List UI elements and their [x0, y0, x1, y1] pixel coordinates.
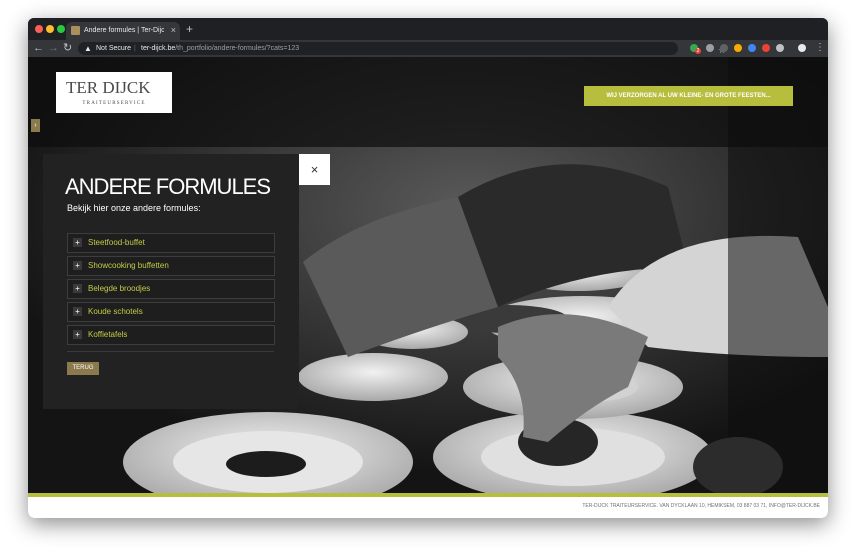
chevron-right-icon[interactable]: › [31, 119, 40, 132]
url-domain: ter-dijck.be [141, 45, 176, 52]
list-item-label[interactable]: Koffietafels [88, 329, 127, 340]
puzzle-icon[interactable] [776, 44, 784, 52]
profile-avatar-icon[interactable] [798, 44, 806, 52]
list-item-label[interactable]: Koude schotels [88, 306, 143, 317]
tab-strip: Andere formules | Ter-Dijck tra × + [28, 18, 828, 40]
close-icon[interactable]: × [299, 154, 330, 185]
extension-icon[interactable] [734, 44, 742, 52]
url-separator: | [134, 45, 136, 52]
extension-icon[interactable] [706, 44, 714, 52]
divider [67, 351, 274, 352]
extension-icon[interactable] [748, 44, 756, 52]
list-item[interactable]: + Koude schotels [67, 302, 275, 322]
warning-icon: ▲ [84, 44, 92, 53]
reload-button[interactable]: ↻ [63, 41, 72, 55]
minimize-window-button[interactable] [46, 25, 54, 33]
extension-badge: 2 [695, 48, 701, 54]
list-item[interactable]: + Belegde broodjes [67, 279, 275, 299]
url-text[interactable]: ter-dijck.be/th_portfolio/andere-formule… [141, 43, 299, 54]
browser-window: Andere formules | Ter-Dijck tra × + ← → … [28, 18, 828, 518]
forward-button[interactable]: → [48, 41, 59, 55]
browser-menu-icon[interactable]: ⋮ [815, 41, 825, 54]
plus-icon: + [73, 307, 82, 316]
list-item[interactable]: + Showcooking buffetten [67, 256, 275, 276]
security-label[interactable]: Not Secure [96, 43, 131, 54]
logo-tagline: TRAITEURSERVICE [82, 101, 146, 106]
url-path: /th_portfolio/andere-formules/?cats=123 [175, 45, 300, 52]
logo-name: TER DIJCK [66, 78, 151, 97]
extension-icon[interactable] [762, 44, 770, 52]
site-footer: TER-DIJCK TRAITEURSERVICE. VAN DYCKLAAN … [28, 497, 828, 518]
list-item-label[interactable]: Belegde broodjes [88, 283, 150, 294]
list-item[interactable]: + Steetfood-buffet [67, 233, 275, 253]
tab-title: Andere formules | Ter-Dijck tra [84, 27, 164, 34]
list-item-label[interactable]: Showcooking buffetten [88, 260, 169, 271]
browser-toolbar: ← → ↻ ▲ Not Secure | ter-dijck.be/th_por… [28, 40, 828, 57]
tab-close-icon[interactable]: × [171, 24, 176, 36]
panel-subtitle: Bekijk hier onze andere formules: [67, 203, 201, 213]
cta-button[interactable]: WIJ VERZORGEN AL UW KLEINE- EN GROTE FEE… [584, 86, 793, 106]
plus-icon: + [73, 261, 82, 270]
browser-tab[interactable]: Andere formules | Ter-Dijck tra × [66, 22, 180, 40]
page-viewport: TER DIJCK TRAITEURSERVICE WIJ VERZORGEN … [28, 57, 828, 518]
address-bar[interactable]: ▲ Not Secure | ter-dijck.be/th_portfolio… [78, 42, 726, 55]
list-item-label[interactable]: Steetfood-buffet [88, 237, 145, 248]
close-window-button[interactable] [35, 25, 43, 33]
plus-icon: + [73, 238, 82, 247]
back-button-terug[interactable]: TERUG [67, 362, 99, 375]
site-logo[interactable]: TER DIJCK TRAITEURSERVICE [56, 72, 172, 113]
formules-panel: ANDERE FORMULES Bekijk hier onze andere … [43, 154, 299, 409]
plus-icon: + [73, 330, 82, 339]
footer-contact: TER-DIJCK TRAITEURSERVICE. VAN DYCKLAAN … [582, 503, 820, 509]
extension-icon[interactable] [720, 44, 728, 52]
maximize-window-button[interactable] [57, 25, 65, 33]
back-button[interactable]: ← [33, 41, 44, 55]
plus-icon: + [73, 284, 82, 293]
page-title: ANDERE FORMULES [65, 174, 271, 199]
new-tab-button[interactable]: + [186, 22, 193, 36]
favicon-icon [71, 26, 80, 35]
list-item[interactable]: + Koffietafels [67, 325, 275, 345]
